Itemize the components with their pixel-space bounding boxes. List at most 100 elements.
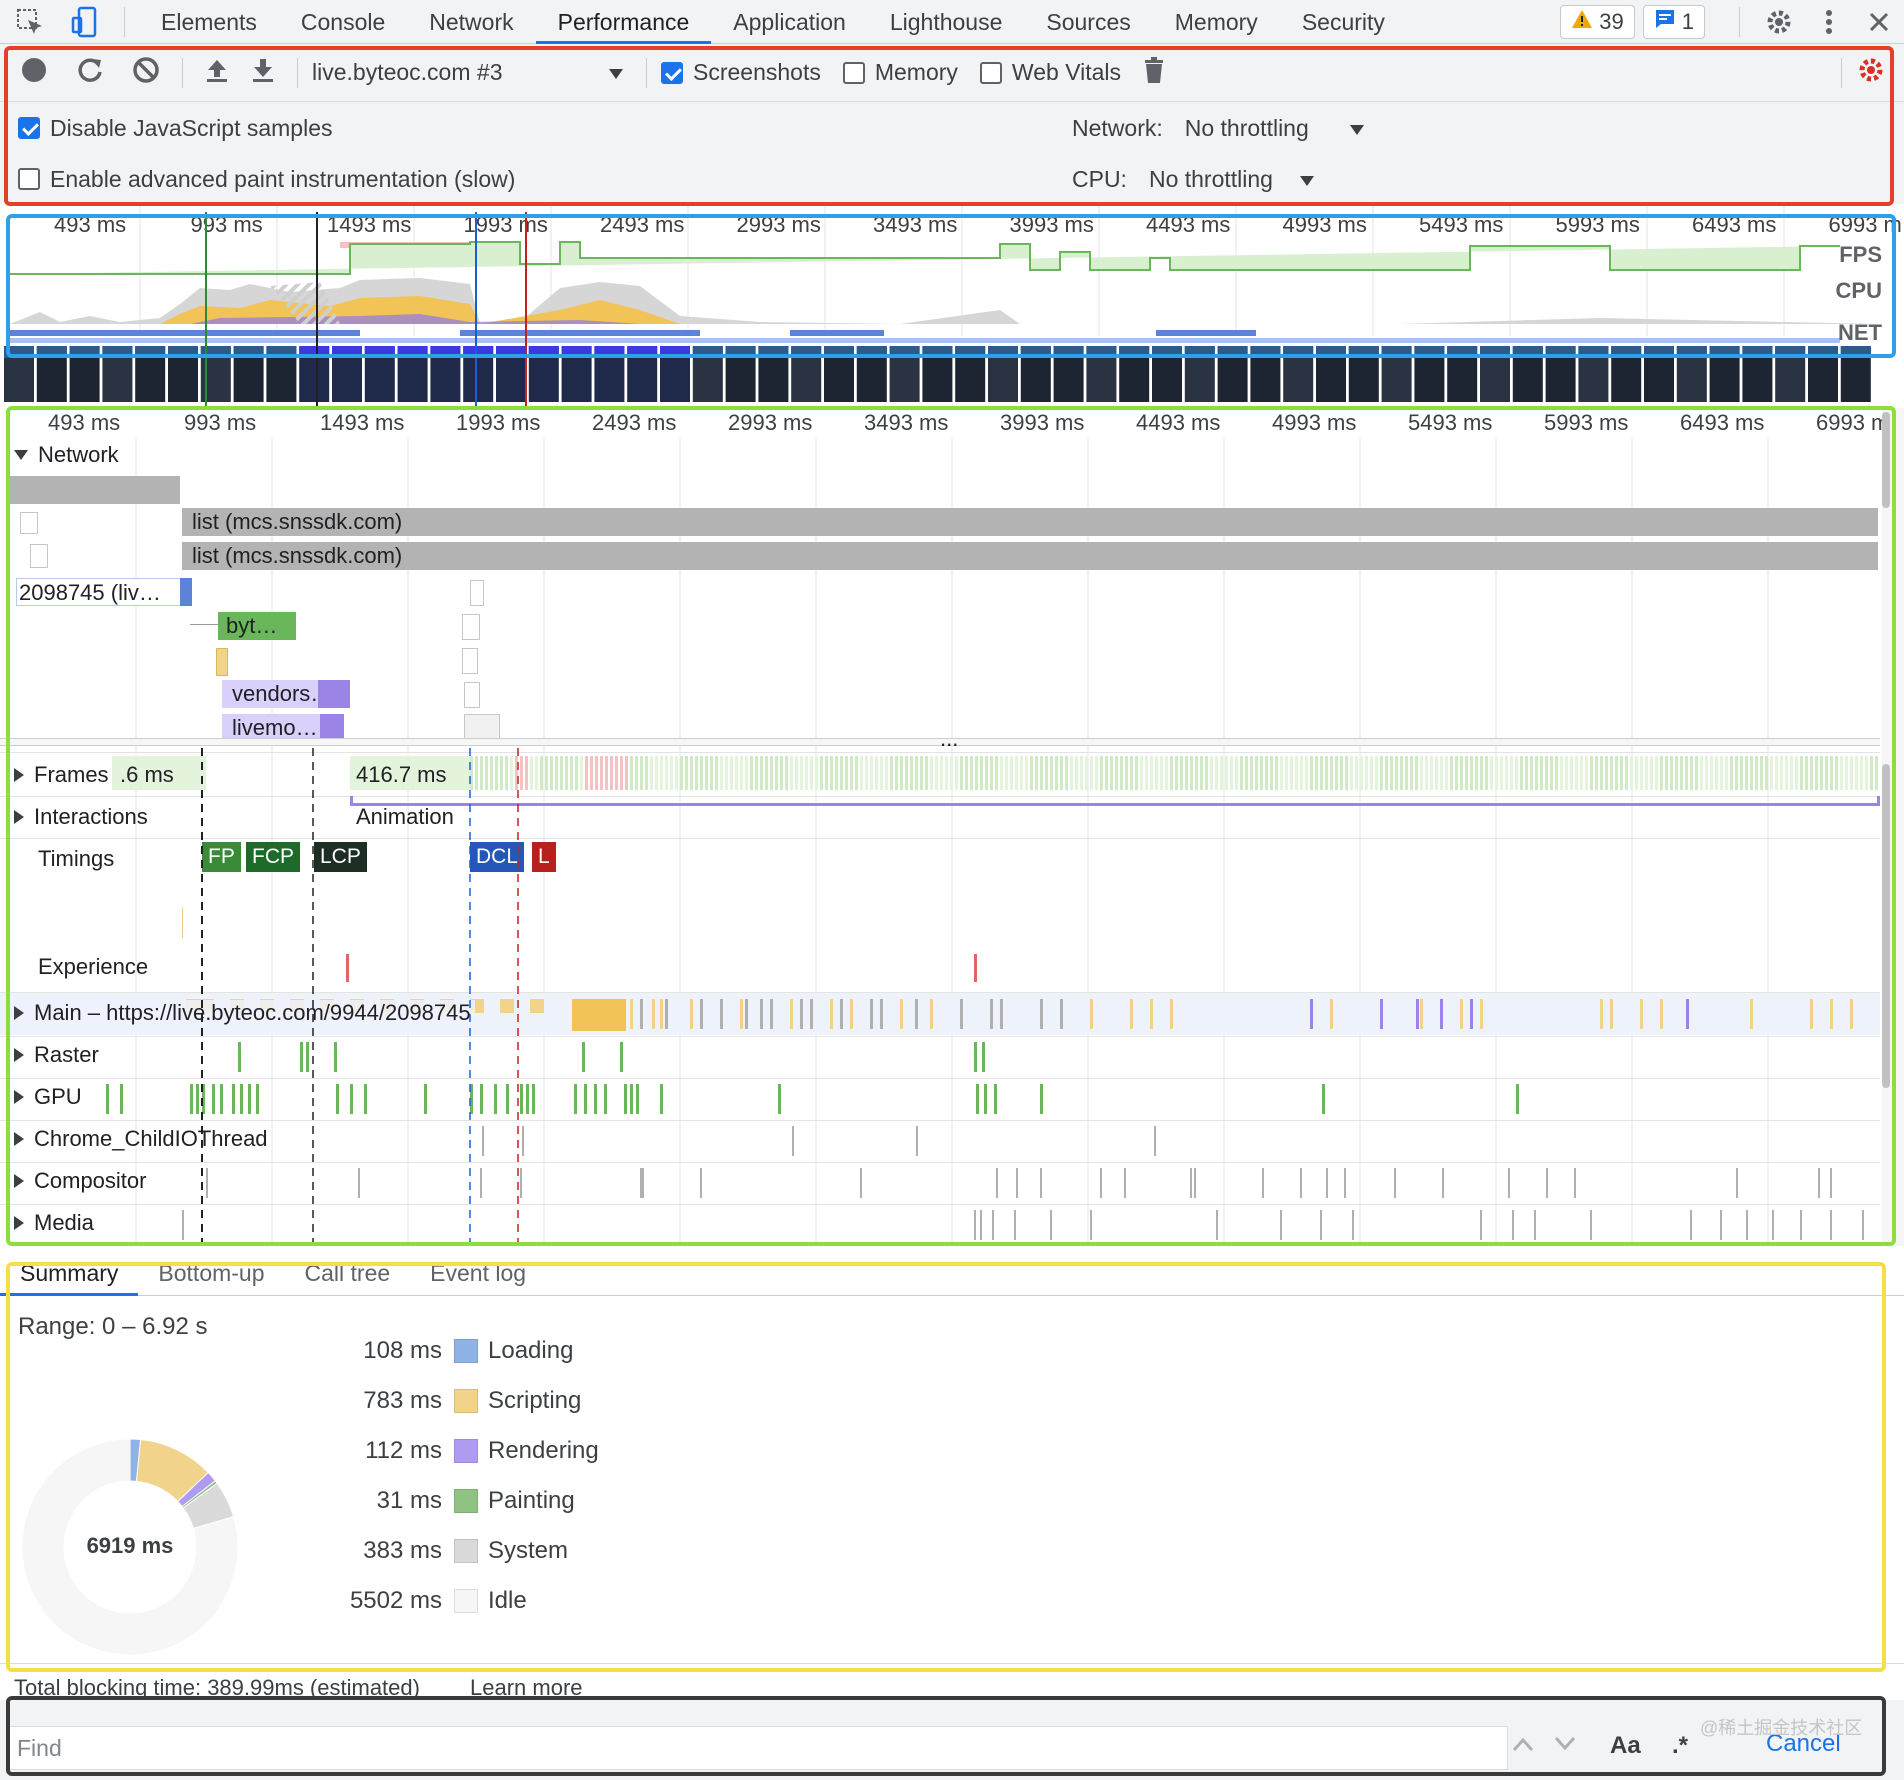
find-next-icon[interactable] xyxy=(1554,1736,1576,1757)
animation-bar[interactable] xyxy=(350,796,1880,806)
layout-shift-marker[interactable] xyxy=(346,954,349,982)
more-options-icon[interactable] xyxy=(1804,9,1854,35)
network-track-header[interactable]: Network xyxy=(14,442,119,468)
find-input[interactable]: Find xyxy=(8,1726,1508,1770)
tab-lighthouse[interactable]: Lighthouse xyxy=(868,0,1025,44)
gpu-strip[interactable] xyxy=(0,1078,1880,1120)
raster-strip[interactable] xyxy=(0,1036,1880,1078)
marker-fcp[interactable]: FCP xyxy=(246,842,300,872)
vertical-scrollbar-track[interactable] xyxy=(1882,408,1904,1246)
cpu-throttle-label: CPU: xyxy=(1072,165,1127,192)
close-icon[interactable] xyxy=(1854,11,1904,33)
frame-tick xyxy=(1790,756,1793,790)
frame-tick xyxy=(480,756,483,790)
screenshots-checkbox[interactable]: Screenshots xyxy=(661,59,821,86)
network-request-bar[interactable] xyxy=(464,682,480,708)
main-track-header[interactable]: Main – https://live.byteoc.com/9944/2098… xyxy=(14,1000,475,1026)
cpu-throttle-select[interactable]: No throttling xyxy=(1149,166,1315,193)
network-request-bar[interactable] xyxy=(20,512,38,534)
timeline-overview[interactable]: 493 ms 993 ms 1493 ms 1993 ms 2493 ms 2993 ms… xyxy=(0,206,1904,406)
frame-tick xyxy=(535,756,538,790)
frame-tick xyxy=(1855,756,1858,790)
load-profile-icon[interactable] xyxy=(205,57,229,89)
profile-select[interactable]: live.byteoc.com #3 xyxy=(312,59,632,86)
settings-gear-icon[interactable] xyxy=(1754,7,1804,37)
tab-elements[interactable]: Elements xyxy=(139,0,279,44)
messages-badge[interactable]: 1 xyxy=(1642,4,1705,39)
watermark: @稀土掘金技术社区 xyxy=(1700,1718,1863,1738)
trace-event xyxy=(1830,1168,1832,1198)
network-request-bar[interactable] xyxy=(462,648,478,674)
frame-tick xyxy=(845,756,848,790)
screenshot-thumbnail-header xyxy=(856,346,887,358)
marker-lcp[interactable]: LCP xyxy=(314,842,367,872)
childio-strip[interactable] xyxy=(0,1120,1880,1162)
network-request-bar[interactable] xyxy=(462,614,480,640)
performance-toolbar: live.byteoc.com #3 Screenshots Memory We… xyxy=(0,44,1904,204)
tab-memory[interactable]: Memory xyxy=(1153,0,1280,44)
collect-garbage-icon[interactable] xyxy=(1143,56,1165,90)
screenshot-thumbnail-header xyxy=(1545,346,1576,358)
save-profile-icon[interactable] xyxy=(251,57,275,89)
frame-tick xyxy=(1300,756,1303,790)
vertical-scrollbar-thumb[interactable] xyxy=(1882,412,1890,508)
reload-record-icon[interactable] xyxy=(76,56,104,90)
match-case-button[interactable]: Aa xyxy=(1610,1732,1641,1760)
details-tab-call-tree[interactable]: Call tree xyxy=(285,1260,411,1295)
record-icon[interactable] xyxy=(20,56,48,90)
tab-console[interactable]: Console xyxy=(279,0,407,44)
device-toolbar-icon[interactable] xyxy=(60,0,110,44)
regex-button[interactable]: .* xyxy=(1672,1732,1688,1760)
marker-fp[interactable]: FP xyxy=(202,842,241,872)
network-request-bar[interactable] xyxy=(30,544,48,568)
memory-checkbox[interactable]: Memory xyxy=(842,59,958,86)
layout-shift-marker[interactable] xyxy=(974,954,977,982)
frame-tick xyxy=(1490,756,1493,790)
network-request-bar[interactable]: 2098745 (liv… xyxy=(16,578,192,606)
advanced-paint-checkbox[interactable]: Enable advanced paint instrumentation (s… xyxy=(18,166,1072,193)
gpu-track-header[interactable]: GPU xyxy=(14,1084,82,1110)
warnings-badge[interactable]: 39 xyxy=(1560,4,1635,39)
web-vitals-checkbox[interactable]: Web Vitals xyxy=(979,59,1121,86)
media-strip[interactable] xyxy=(0,1204,1880,1246)
frame-tick xyxy=(960,756,963,790)
find-previous-icon[interactable] xyxy=(1512,1736,1534,1757)
tab-network[interactable]: Network xyxy=(407,0,535,44)
details-tab-bottom-up[interactable]: Bottom-up xyxy=(138,1260,284,1295)
network-request-bar[interactable]: list (mcs.snssdk.com) xyxy=(182,542,1878,570)
tab-application[interactable]: Application xyxy=(711,0,868,44)
screenshot-thumbnail-header xyxy=(1348,346,1379,358)
details-tab-summary[interactable]: Summary xyxy=(0,1260,139,1296)
capture-settings-gear-icon[interactable] xyxy=(1856,55,1886,91)
network-request-bar[interactable] xyxy=(470,580,484,606)
details-tab-event-log[interactable]: Event log xyxy=(410,1260,546,1295)
flame-chart[interactable]: 493 ms 993 ms 1493 ms 1993 ms 2493 ms 2993 ms… xyxy=(0,408,1904,1246)
inspect-element-icon[interactable] xyxy=(0,0,60,44)
marker-dcl[interactable]: DCL xyxy=(470,842,525,872)
tab-security[interactable]: Security xyxy=(1280,0,1407,44)
frame-tick xyxy=(1185,756,1188,790)
trace-event xyxy=(700,999,703,1029)
learn-more-link[interactable]: Learn more xyxy=(470,1675,583,1701)
network-throttle-select[interactable]: No throttling xyxy=(1185,115,1365,142)
vertical-scrollbar-thumb[interactable] xyxy=(1882,764,1890,1088)
compositor-strip[interactable] xyxy=(0,1162,1880,1204)
network-request-bar[interactable] xyxy=(216,648,228,676)
tab-performance[interactable]: Performance xyxy=(535,0,712,44)
network-request-bar[interactable]: byt… xyxy=(218,612,296,640)
trace-event xyxy=(652,999,655,1029)
interactions-track-header[interactable]: Interactions xyxy=(14,804,148,830)
clear-icon[interactable] xyxy=(132,56,160,90)
network-request-bar[interactable]: list (mcs.snssdk.com) xyxy=(182,508,1878,536)
trace-event xyxy=(190,1084,193,1114)
frames-track-header[interactable]: Frames xyxy=(14,762,109,788)
frame-tick xyxy=(665,756,668,790)
network-request-bar[interactable] xyxy=(8,476,180,504)
frame-tick xyxy=(950,756,953,790)
disable-js-samples-checkbox[interactable]: Disable JavaScript samples xyxy=(18,115,1072,142)
tab-sources[interactable]: Sources xyxy=(1024,0,1152,44)
frame-tick xyxy=(885,756,888,790)
trace-event xyxy=(1440,999,1443,1029)
marker-load[interactable]: L xyxy=(532,842,556,872)
frame-tick xyxy=(790,756,793,790)
